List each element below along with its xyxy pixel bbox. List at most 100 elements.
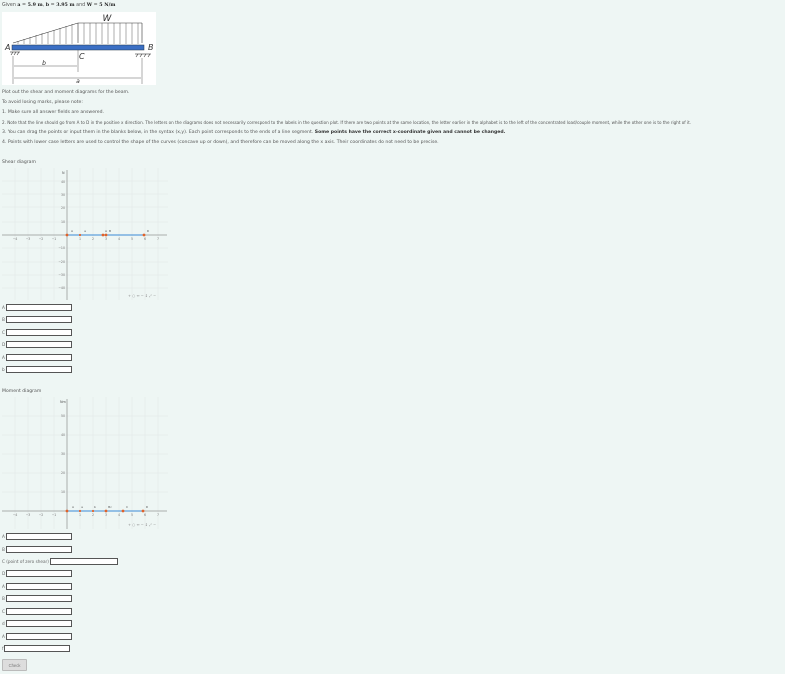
moment-field-row: d [2,619,72,627]
moment-input-d2[interactable] [5,619,72,627]
point-label: A [72,505,75,509]
moment-input-d[interactable] [6,569,73,577]
beam [11,44,145,51]
x-tick: 2 [92,513,94,517]
y-tick: −40 [58,286,65,290]
y-axis-label: N [62,171,65,175]
y-tick: 40 [61,180,65,184]
moment-field-row: B [2,545,72,553]
beam-figure: W A B C b a [2,12,156,85]
moment-input-e[interactable] [5,632,72,640]
dim-b-label: b [42,60,46,67]
y-tick: 10 [61,490,65,494]
moment-input-c2[interactable] [5,607,72,615]
point-label: A [105,229,108,233]
x-tick: 4 [118,513,120,517]
drag-point[interactable] [65,509,69,513]
drag-point[interactable] [65,233,69,237]
x-tick: 7 [157,237,159,241]
y-tick: 30 [61,193,65,197]
dim-a-label: a [76,78,80,85]
y-tick: 30 [61,452,65,456]
load-label: W [103,14,113,24]
shear-field-row: B [2,315,72,323]
moment-field-row: D [2,569,73,577]
shear-field-row: A [2,353,72,361]
shear-field-row: b [2,365,72,373]
shear-title: Shear diagram [2,160,36,165]
given-statement: Given a = 5.9 m, b = 3.95 m and W = 5 N/… [2,2,116,8]
y-tick: 40 [61,433,65,437]
x-tick: 4 [118,237,120,241]
note-2: 2. Note that the line should go from A t… [2,120,692,125]
support-b-label: B [148,43,154,52]
point-label: Bc [108,505,112,509]
drag-point[interactable] [104,509,108,513]
drag-point[interactable] [141,509,145,513]
shear-field-row: A [2,303,72,311]
x-tick: −3 [26,237,31,241]
moment-field-row: f [2,644,71,652]
moment-field-row: B [2,594,72,602]
moment-graph[interactable]: Nm 50 40 30 20 10 −4 −3 −2 −1 1 2 3 4 5 … [2,397,168,531]
note-1: 1. Make sure all answer fields are answe… [2,110,105,115]
drag-point[interactable] [104,233,108,237]
moment-field-row: A [2,582,72,590]
x-tick: −4 [13,513,18,517]
moment-input-f[interactable] [4,644,71,652]
y-tick: 10 [61,220,65,224]
moment-field-row: A [2,532,72,540]
x-tick: −2 [39,513,44,517]
x-tick: −1 [52,237,57,241]
point-label: B [109,229,111,233]
point-label: a [81,505,83,509]
drag-point[interactable] [78,509,82,513]
check-button[interactable]: Check [2,659,27,671]
y-tick: 50 [61,414,65,418]
x-tick: 1 [79,237,81,241]
avoid-note: To avoid losing marks, please note: [2,100,83,105]
note-4: 4. Points with lower case letters are us… [2,140,439,145]
y-tick: −30 [58,273,65,277]
x-tick: 3 [105,513,107,517]
x-tick: 2 [92,237,94,241]
x-tick: 3 [105,237,107,241]
moment-input-b[interactable] [5,545,72,553]
drag-point[interactable] [142,233,146,237]
x-tick: 7 [157,513,159,517]
y-tick: −10 [58,246,65,250]
shear-input-a2[interactable] [5,353,72,361]
y-tick: −20 [58,260,65,264]
point-label: C [126,505,128,509]
shear-field-row: D [2,340,73,348]
shear-input-c[interactable] [5,328,72,336]
point-label: b [94,505,96,509]
shear-input-b2[interactable] [5,365,72,373]
drag-point[interactable] [91,509,95,513]
moment-input-a2[interactable] [5,582,72,590]
shear-field-row: C [2,328,72,336]
graph-controls[interactable]: + ○ ↔ − ↕ ⤢ − [128,294,156,298]
moment-input-zero-shear[interactable] [49,557,118,565]
moment-title: Moment diagram [2,389,42,394]
shear-input-a[interactable] [5,303,72,311]
shear-input-b[interactable] [5,315,72,323]
moment-input-b2[interactable] [5,594,72,602]
y-tick: 20 [61,206,65,210]
x-tick: −2 [39,237,44,241]
note-3: 3. You can drag the points or input them… [2,130,506,135]
x-tick: −4 [13,237,18,241]
support-a-label: A [4,43,10,52]
shear-graph[interactable]: N 40 30 20 10 −10 −20 −30 −40 −4 −3 −2 −… [2,168,168,302]
shear-input-d[interactable] [6,340,73,348]
x-tick: −1 [52,513,57,517]
graph-controls[interactable]: + ○ ↔ − ↕ ⤢ − [128,523,156,527]
drag-point[interactable] [101,233,105,237]
plot-instruction: Plot out the shear and moment diagrams f… [2,90,130,95]
drag-point[interactable] [78,233,82,237]
drag-point[interactable] [121,509,125,513]
right-support [135,53,151,58]
moment-field-row: C [2,607,72,615]
moment-input-a[interactable] [5,532,72,540]
point-label: A [71,229,74,233]
